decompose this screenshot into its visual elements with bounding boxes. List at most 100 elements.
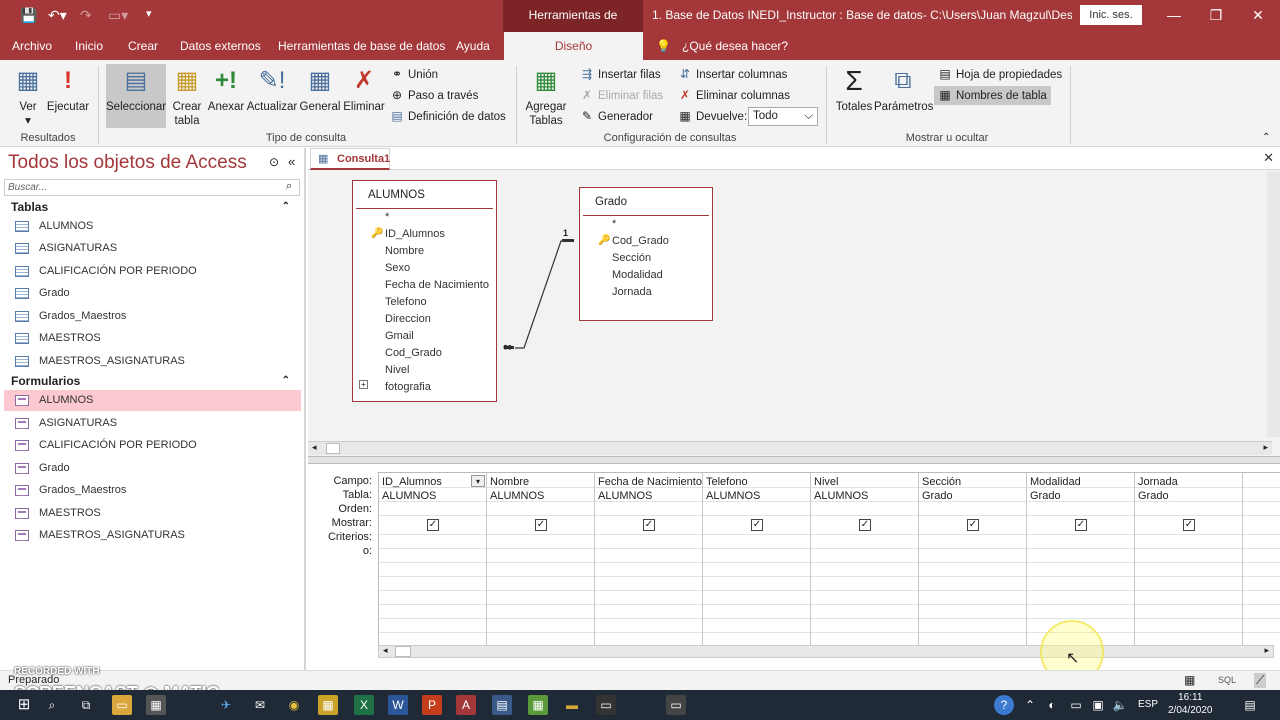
collapse-nav-icon[interactable]: « [288, 154, 295, 169]
scroll-right-icon[interactable]: ▸ [1264, 645, 1269, 656]
scroll-left-icon[interactable]: ◂ [312, 442, 317, 453]
field-item[interactable]: Cod_Grado [612, 235, 669, 247]
help-icon[interactable]: ? [994, 695, 1014, 715]
tab-ayuda[interactable]: Ayuda [456, 32, 490, 60]
nav-table-grados-maestros[interactable]: Grados_Maestros [4, 306, 301, 327]
save-icon[interactable]: 💾 [20, 7, 37, 24]
tabla-cell[interactable]: ALUMNOS [382, 490, 436, 502]
redo-icon[interactable]: ↷ [80, 7, 92, 24]
grid-column[interactable]: Telefono ALUMNOS ✓ [703, 473, 811, 646]
close-document-icon[interactable]: ✕ [1263, 150, 1274, 166]
union-button[interactable]: ⚭ Unión [390, 66, 438, 83]
eliminar-button[interactable]: ✗ Eliminar [342, 60, 386, 114]
mostrar-checkbox[interactable]: ✓ [1183, 519, 1195, 531]
nav-table-calificacion[interactable]: CALIFICACIÓN POR PERIODO [4, 261, 301, 282]
nav-table-asignaturas[interactable]: ASIGNATURAS [4, 238, 301, 259]
mostrar-checkbox[interactable]: ✓ [427, 519, 439, 531]
nav-form-maestros[interactable]: MAESTROS [4, 503, 301, 524]
insertar-columnas-button[interactable]: ⇵ Insertar columnas [678, 66, 787, 83]
nav-table-grado[interactable]: Grado [4, 283, 301, 304]
tabla-cell[interactable]: Grado [1138, 490, 1169, 502]
tab-diseno[interactable]: Diseño [504, 32, 643, 60]
app-icon[interactable]: ✈ [216, 695, 236, 715]
anexar-button[interactable]: +! Anexar [206, 60, 246, 114]
app-icon[interactable]: ▤ [492, 695, 512, 715]
table-box-title[interactable]: Grado [583, 188, 709, 216]
search-icon[interactable]: ⌕ [286, 180, 292, 193]
scroll-right-icon[interactable]: ▸ [1263, 442, 1268, 453]
notifications-icon[interactable]: ▤ [1240, 695, 1260, 715]
tell-me-input[interactable]: ¿Qué desea hacer? [682, 32, 788, 60]
quick-access-icon[interactable]: ▭▾ [108, 7, 128, 24]
nav-form-grado[interactable]: Grado [4, 458, 301, 479]
field-item[interactable]: Telefono [385, 296, 427, 308]
definicion-button[interactable]: ▤ Definición de datos [390, 108, 505, 125]
volume-icon[interactable]: 🔈 [1110, 695, 1130, 715]
campo-cell[interactable]: Telefono [706, 476, 748, 488]
field-item[interactable]: Sexo [385, 262, 410, 274]
field-item[interactable]: Modalidad [612, 269, 663, 281]
nav-section-formularios[interactable]: Formularios ⌃ [0, 372, 300, 390]
field-item[interactable]: * [612, 218, 616, 230]
chrome-icon[interactable]: ◉ [284, 695, 304, 715]
tab-herramientas-bd[interactable]: Herramientas de base de datos [278, 32, 445, 60]
grid-column[interactable]: Nombre ALUMNOS ✓ [487, 473, 595, 646]
grid-column[interactable]: Jornada Grado ✓ [1135, 473, 1243, 646]
access-icon[interactable]: A [456, 695, 476, 715]
design-vertical-scrollbar[interactable] [1267, 172, 1280, 437]
hoja-prop-button[interactable]: ▤ Hoja de propiedades [938, 66, 1062, 83]
campo-cell[interactable]: Nivel [814, 476, 838, 488]
app-icon[interactable]: ▭ [596, 695, 616, 715]
battery-icon[interactable]: ▭ [1066, 695, 1086, 715]
nav-form-calificacion[interactable]: CALIFICACIÓN POR PERIODO [4, 435, 301, 456]
seleccionar-button[interactable]: ▤ Seleccionar [106, 64, 166, 128]
eliminar-filas-button[interactable]: ✗ Eliminar filas [580, 87, 663, 104]
task-view-icon[interactable]: ⧉ [76, 695, 96, 715]
mostrar-checkbox[interactable]: ✓ [643, 519, 655, 531]
minimize-button[interactable]: — [1152, 0, 1196, 30]
agregar-tablas-button[interactable]: ▦ Agregar Tablas [522, 60, 570, 128]
design-horizontal-scrollbar[interactable]: ◂ ▸ [308, 441, 1272, 455]
close-window-button[interactable]: ✕ [1236, 0, 1280, 30]
table-box-grado[interactable]: Grado * 🔑 Cod_Grado Sección Modalidad Jo… [579, 187, 713, 321]
paso-button[interactable]: ⊕ Paso a través [390, 87, 478, 104]
search-icon[interactable]: ⌕ [42, 695, 62, 715]
nav-table-maestros-asignaturas[interactable]: MAESTROS_ASIGNATURAS [4, 351, 301, 372]
mail-icon[interactable]: ✉ [250, 695, 270, 715]
tabla-cell[interactable]: ALUMNOS [706, 490, 760, 502]
datasheet-view-icon[interactable]: ▦ [1184, 673, 1195, 687]
sql-view-button[interactable]: SQL [1218, 675, 1236, 685]
pane-splitter[interactable] [308, 457, 1280, 464]
field-item[interactable]: Nivel [385, 364, 409, 376]
word-icon[interactable]: W [388, 695, 408, 715]
general-button[interactable]: ▦ General [298, 60, 342, 114]
nav-form-alumnos[interactable]: ALUMNOS [4, 390, 301, 411]
mostrar-checkbox[interactable]: ✓ [967, 519, 979, 531]
nav-table-maestros[interactable]: MAESTROS [4, 328, 301, 349]
customize-qat-icon[interactable]: ▾ [146, 7, 152, 20]
field-item[interactable]: Fecha de Nacimiento [385, 279, 489, 291]
powerpoint-icon[interactable]: P [422, 695, 442, 715]
nav-form-maestros-asignaturas[interactable]: MAESTROS_ASIGNATURAS [4, 525, 301, 546]
tab-crear[interactable]: Crear [128, 32, 158, 60]
tab-inicio[interactable]: Inicio [75, 32, 103, 60]
campo-cell[interactable]: Sección [922, 476, 961, 488]
scroll-left-icon[interactable]: ◂ [383, 645, 388, 656]
field-item[interactable]: Jornada [612, 286, 652, 298]
tabla-cell[interactable]: ALUMNOS [814, 490, 868, 502]
language-indicator[interactable]: ESP [1138, 699, 1158, 710]
field-item[interactable]: Cod_Grado [385, 347, 442, 359]
totales-button[interactable]: Σ Totales [834, 60, 874, 114]
campo-cell[interactable]: ID_Alumnos [382, 476, 442, 488]
clock[interactable]: 16:11 2/04/2020 [1168, 691, 1213, 717]
grid-horizontal-scrollbar[interactable]: ◂ ▸ [378, 645, 1274, 658]
nav-menu-icon[interactable]: ⊙ [269, 155, 279, 169]
folder-icon[interactable]: ▬ [562, 695, 582, 715]
grid-column[interactable]: ID_Alumnos ▾ ALUMNOS ✓ [379, 473, 487, 646]
scroll-thumb[interactable] [326, 443, 340, 454]
network-icon[interactable]: ▣ [1088, 695, 1108, 715]
field-item[interactable]: * [385, 211, 389, 223]
field-item[interactable]: Direccion [385, 313, 431, 325]
tabla-cell[interactable]: ALUMNOS [490, 490, 544, 502]
insertar-filas-button[interactable]: ⇶ Insertar filas [580, 66, 661, 83]
